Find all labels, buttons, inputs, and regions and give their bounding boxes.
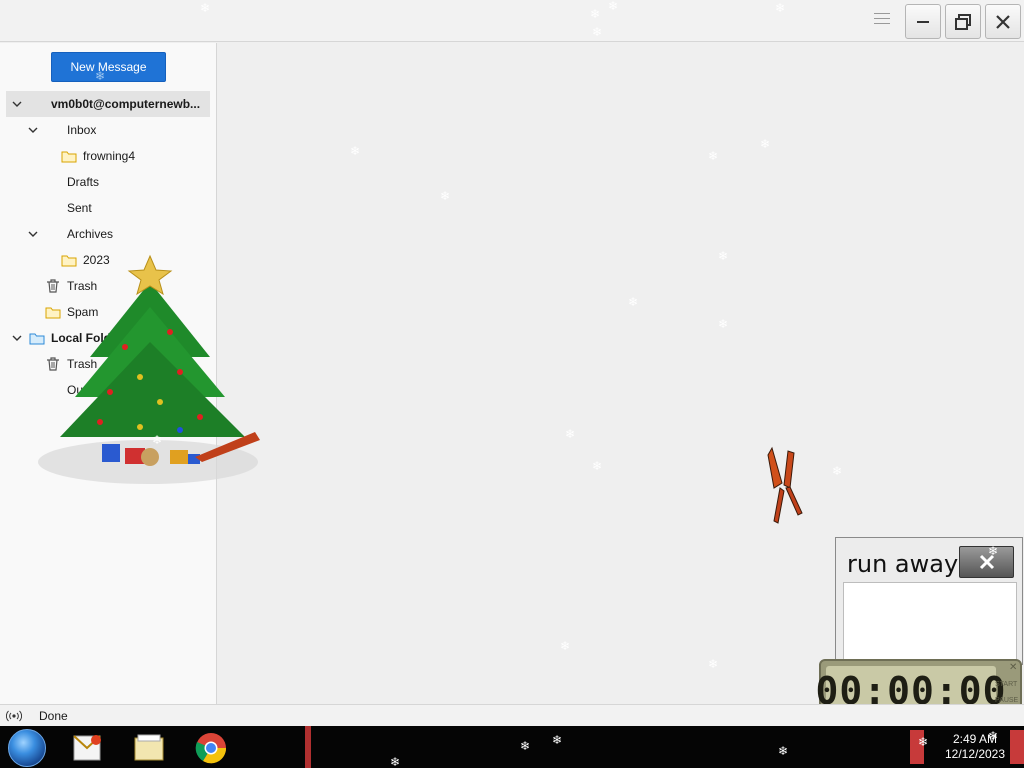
christmas-tree-icon (38, 254, 260, 484)
snowflake-icon: ❄ (718, 249, 729, 263)
clock-date: 12/12/2023 (944, 747, 1006, 761)
start-button[interactable] (8, 729, 46, 767)
folder-sent[interactable]: Sent (0, 195, 216, 221)
taskbar: 2:49 AM 12/12/2023 (0, 726, 1024, 768)
snowflake-icon: ❄ (552, 733, 563, 747)
close-window-button[interactable] (985, 4, 1021, 39)
taskbar-thunderbird[interactable] (59, 729, 115, 767)
snowflake-icon: ❄ (608, 0, 619, 13)
snowflake-icon: ❄ (592, 459, 603, 473)
status-bar: Done (0, 704, 1024, 726)
popup-title: run away (847, 550, 959, 578)
folder-drafts[interactable]: Drafts (0, 169, 216, 195)
folder-inbox[interactable]: Inbox (0, 117, 216, 143)
snowflake-icon: ❄ (708, 657, 719, 671)
snowflake-icon: ❄ (918, 735, 929, 749)
folder-label: Archives (67, 227, 114, 241)
timer-close-icon[interactable]: ✕ (1009, 662, 1017, 673)
folder-frowning4[interactable]: frowning4 (0, 143, 216, 169)
account-label: vm0b0t@computernewb... (51, 97, 201, 111)
chevron-down-icon[interactable] (27, 124, 39, 136)
minimize-button[interactable] (905, 4, 941, 39)
chrome-icon (195, 733, 227, 764)
folder-label: frowning4 (83, 149, 136, 163)
restore-button[interactable] (945, 4, 981, 39)
status-text: Done (39, 709, 68, 723)
snowflake-icon: ❄ (708, 149, 719, 163)
snowflake-icon: ❄ (200, 1, 211, 15)
folder-label: Inbox (67, 123, 97, 137)
new-message-button[interactable]: New Message (51, 52, 166, 82)
snowflake-icon: ❄ (560, 639, 571, 653)
snowflake-icon: ❄ (152, 433, 163, 447)
taskbar-chrome[interactable] (183, 729, 239, 767)
snowflake-icon: ❄ (760, 137, 771, 151)
restore-icon (955, 13, 971, 30)
title-bar (0, 0, 1024, 42)
taskbar-file-manager[interactable] (121, 729, 177, 767)
taskbar-separator (305, 726, 311, 768)
popup-close-button[interactable] (959, 546, 1014, 578)
minimize-icon (917, 20, 929, 23)
chevron-down-icon[interactable] (11, 98, 23, 110)
snowflake-icon: ❄ (95, 69, 106, 83)
connection-icon (6, 710, 22, 722)
butterfly-icon (767, 446, 803, 524)
clock[interactable]: 2:49 AM 12/12/2023 (940, 732, 1010, 762)
tray-item[interactable] (1010, 730, 1024, 764)
snowflake-icon: ❄ (775, 1, 786, 15)
timer-start-label[interactable]: START (995, 677, 1018, 693)
snowflake-icon: ❄ (350, 144, 361, 158)
snowflake-icon: ❄ (592, 25, 603, 39)
snowflake-icon: ❄ (390, 755, 401, 768)
folder-archives[interactable]: Archives (0, 221, 216, 247)
app-menu-icon[interactable] (874, 13, 890, 27)
snowflake-icon: ❄ (520, 739, 531, 753)
chevron-down-icon[interactable] (11, 332, 23, 344)
file-manager-icon (134, 734, 164, 761)
chevron-down-icon[interactable] (27, 228, 39, 240)
snowflake-icon: ❄ (440, 189, 451, 203)
folder-icon (61, 151, 77, 163)
snowflake-icon: ❄ (718, 317, 729, 331)
folder-label: Sent (67, 201, 92, 215)
clock-time: 2:49 AM (952, 732, 998, 746)
close-icon (996, 14, 1010, 29)
snowflake-icon: ❄ (628, 295, 639, 309)
thunderbird-icon (73, 735, 101, 761)
snowflake-icon: ❄ (988, 729, 999, 743)
snowflake-icon: ❄ (590, 7, 601, 21)
account-row[interactable]: vm0b0t@computernewb... (6, 91, 210, 117)
snowflake-icon: ❄ (778, 744, 789, 758)
snowflake-icon: ❄ (832, 464, 843, 478)
snowflake-icon: ❄ (565, 427, 576, 441)
folder-label: Drafts (67, 175, 100, 189)
snowflake-icon: ❄ (988, 544, 999, 558)
popup-body (843, 582, 1017, 662)
